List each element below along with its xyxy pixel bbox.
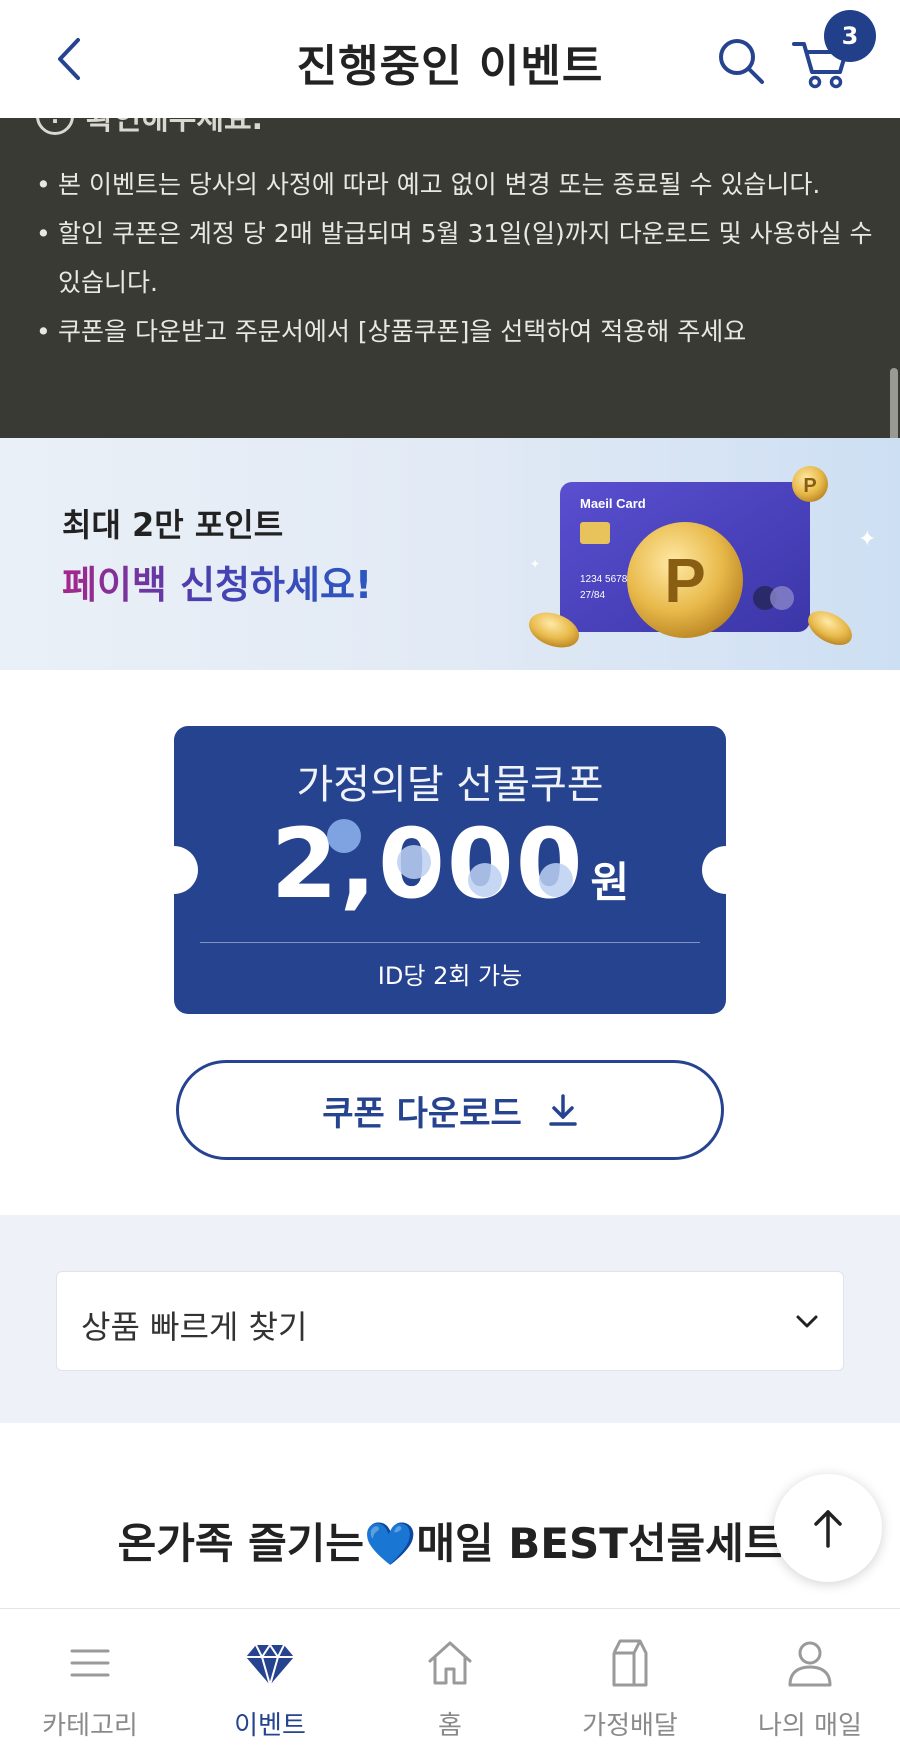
nav-item-mypage[interactable]: 나의 매일 (720, 1609, 900, 1760)
milk-carton-icon (612, 1639, 648, 1687)
search-icon (719, 39, 764, 84)
notice-item: 할인 쿠폰은 계정 당 2매 발급되며 5월 31일(일)까지 다운로드 및 사… (36, 209, 876, 307)
svg-text:✦: ✦ (530, 557, 540, 571)
quick-find-dropdown[interactable]: 상품 빠르게 찾기 (56, 1271, 844, 1371)
chevron-down-icon (796, 1315, 818, 1328)
diamond-icon (246, 1643, 294, 1689)
best-section-title: 온가족 즐기는💙매일 BEST선물세트 (0, 1510, 900, 1571)
menu-icon (70, 1649, 110, 1677)
best-title-before: 온가족 즐기는 (117, 1519, 365, 1568)
coupon-amount-value: 2,000 (270, 808, 585, 920)
svg-text:✦: ✦ (858, 527, 876, 552)
arrow-up-icon (814, 1510, 842, 1548)
nav-label: 홈 (438, 1711, 462, 1741)
coupon-download-label: 쿠폰 다운로드 (322, 1093, 522, 1134)
notice-list: 본 이벤트는 당사의 사정에 따라 예고 없이 변경 또는 종료될 수 있습니다… (36, 160, 876, 356)
notice-box: ! 확인해주세요. 본 이벤트는 당사의 사정에 따라 예고 없이 변경 또는 … (0, 118, 900, 438)
card-number: 1234 5678 (580, 574, 628, 585)
notice-heading: ! 확인해주세요. (36, 118, 263, 138)
coupon-card: 가정의달 선물쿠폰 2,000 원 ID당 2회 가능 (174, 726, 726, 1014)
nav-label: 나의 매일 (758, 1711, 862, 1741)
nav-label: 이벤트 (234, 1711, 306, 1741)
scroll-top-button[interactable] (774, 1474, 882, 1582)
user-icon (788, 1641, 832, 1687)
scrollbar[interactable] (890, 368, 898, 438)
best-title-after: 매일 BEST선물세트 (416, 1519, 783, 1568)
home-icon (428, 1641, 472, 1685)
banner-line1: 최대 2만 포인트 (62, 506, 284, 544)
nav-item-delivery[interactable]: 가정배달 (540, 1609, 720, 1760)
card-brand: Maeil Card (580, 496, 646, 511)
bottom-nav: 카테고리 이벤트 홈 가정배달 나의 매일 (0, 1608, 900, 1760)
alert-icon: ! (36, 118, 74, 135)
coupon-amount-unit: 원 (590, 858, 630, 907)
coupon-divider (200, 942, 700, 943)
heart-icon: 💙 (364, 1519, 417, 1568)
payback-banner[interactable]: 최대 2만 포인트 페이백 신청하세요! Maeil Card 1234 567… (0, 438, 900, 670)
card-expiry: 27/84 (580, 590, 605, 601)
search-button[interactable] (714, 34, 768, 88)
nav-item-event[interactable]: 이벤트 (180, 1609, 360, 1760)
coupon-download-button[interactable]: 쿠폰 다운로드 (176, 1060, 724, 1160)
coupon-limit: ID당 2회 가능 (377, 962, 523, 990)
banner-line2: 페이백 신청하세요! (62, 554, 372, 609)
coupon-amount: 2,000 원 (174, 808, 726, 920)
cart-count-badge: 3 (824, 10, 876, 62)
quick-find-section: 상품 빠르게 찾기 (0, 1215, 900, 1423)
notice-item: 쿠폰을 다운받고 주문서에서 [상품쿠폰]을 선택하여 적용해 주세요 (36, 307, 876, 356)
card-coin-illustration: Maeil Card 1234 5678 27/84 P P ✦ ✦ (528, 466, 876, 648)
nav-item-home[interactable]: 홈 (360, 1609, 540, 1760)
download-icon (549, 1094, 577, 1126)
notice-heading-text: 확인해주세요. (86, 118, 263, 137)
coupon-title: 가정의달 선물쿠폰 (296, 762, 604, 808)
notice-item: 본 이벤트는 당사의 사정에 따라 예고 없이 변경 또는 종료될 수 있습니다… (36, 160, 876, 209)
nav-label: 카테고리 (42, 1711, 138, 1741)
header: 진행중인 이벤트 3 (0, 0, 900, 118)
svg-text:P: P (803, 475, 816, 497)
quick-find-label: 상품 빠르게 찾기 (81, 1308, 308, 1346)
coin-letter: P (664, 547, 705, 616)
nav-item-category[interactable]: 카테고리 (0, 1609, 180, 1760)
nav-label: 가정배달 (582, 1711, 678, 1741)
